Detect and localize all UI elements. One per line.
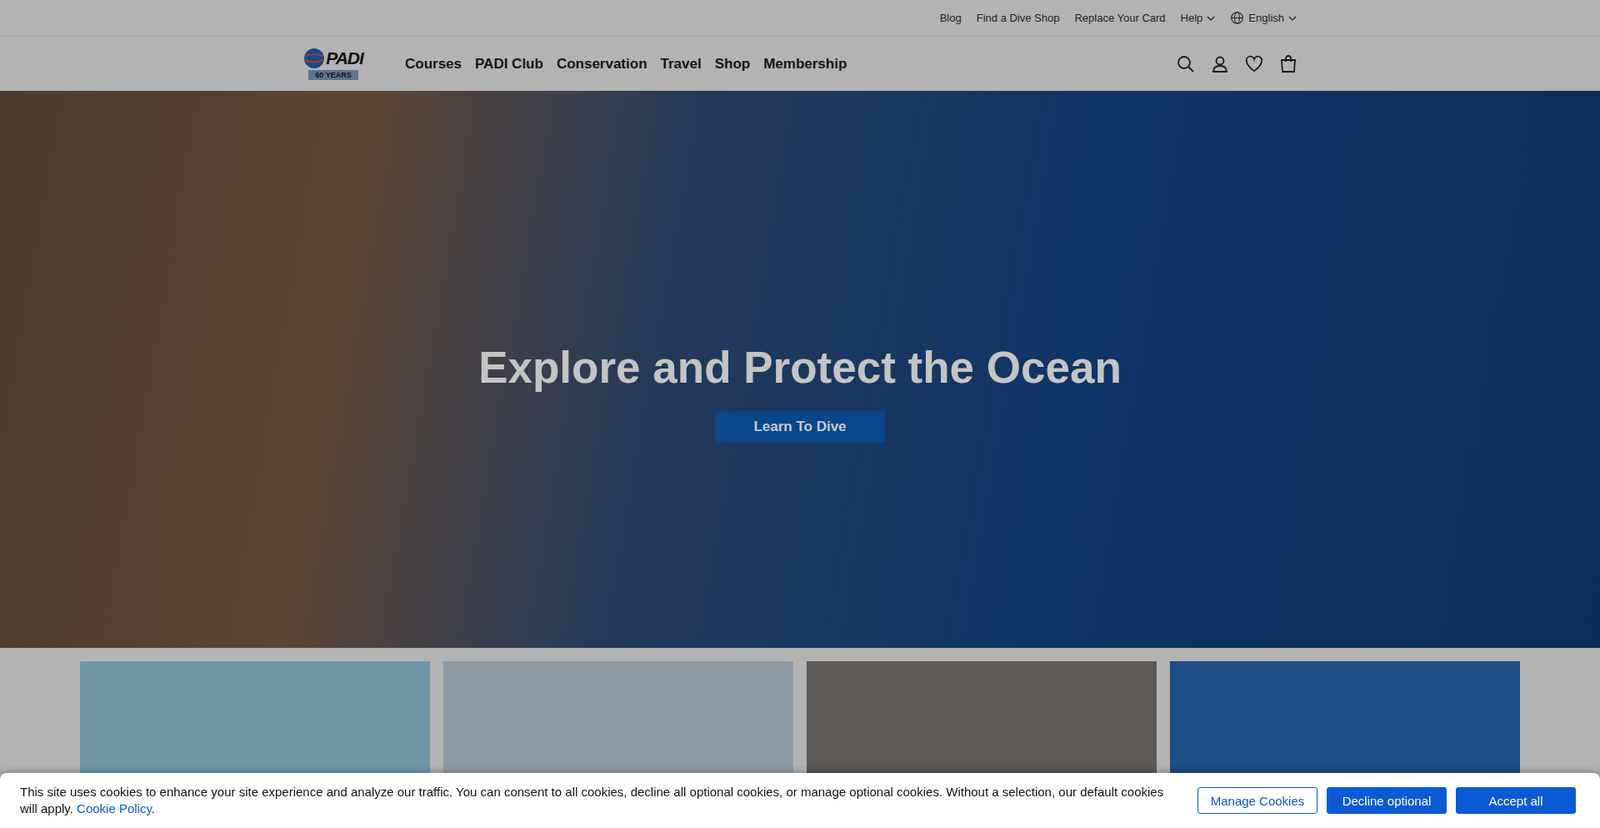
nav-links: Courses PADI Club Conservation Travel Shop Me… [405,55,1176,73]
learn-to-dive-button[interactable]: Learn To Dive [715,410,885,443]
heart-icon[interactable] [1244,54,1265,75]
hero: Explore and Protect the Ocean Learn To D… [0,90,1600,648]
language-select[interactable]: English [1230,10,1297,25]
user-icon[interactable] [1210,54,1230,75]
cookie-text: This site uses cookies to enhance your s… [20,783,1178,817]
cookie-button[interactable]: Manage Cookies [1197,786,1318,814]
nav-item[interactable]: PADI Club [475,55,544,73]
utility-link[interactable]: Find a Dive Shop [976,11,1060,25]
hero-title: Explore and Protect the Ocean [478,341,1122,393]
main-nav: PADI 60 YEARS Courses PADI Club Conservati… [0,36,1600,91]
nav-item[interactable]: Courses [405,55,462,73]
utility-bar: Blog Find a Dive Shop Replace Your Card He… [0,0,1600,37]
nav-item[interactable]: Travel [660,55,702,73]
utility-link[interactable]: Replace Your Card [1074,11,1165,25]
nav-item[interactable]: Shop [715,55,751,73]
cookie-button[interactable]: Decline optional [1326,786,1447,814]
cookie-policy-link[interactable]: Cookie Policy [76,800,152,815]
utility-link[interactable]: Blog [940,11,962,25]
nav-icons [1175,54,1300,75]
nav-item[interactable]: Conservation [556,55,648,73]
cookie-banner: This site uses cookies to enhance your s… [0,772,1600,828]
nav-item[interactable]: Membership [763,55,847,73]
cookie-buttons: Manage Cookies Decline optional Accept all [1197,786,1576,814]
chevron-down-icon [1288,15,1297,21]
logo[interactable]: PADI 60 YEARS [300,47,367,80]
help-menu[interactable]: Help [1180,11,1216,25]
chevron-down-icon [1206,15,1215,21]
globe-icon [1230,10,1245,25]
cookie-button[interactable]: Accept all [1455,786,1576,814]
bag-icon[interactable] [1278,54,1299,75]
search-icon[interactable] [1175,54,1196,75]
page: Blog Find a Dive Shop Replace Your Card He… [0,0,1600,828]
globe-logo-icon [303,47,325,70]
